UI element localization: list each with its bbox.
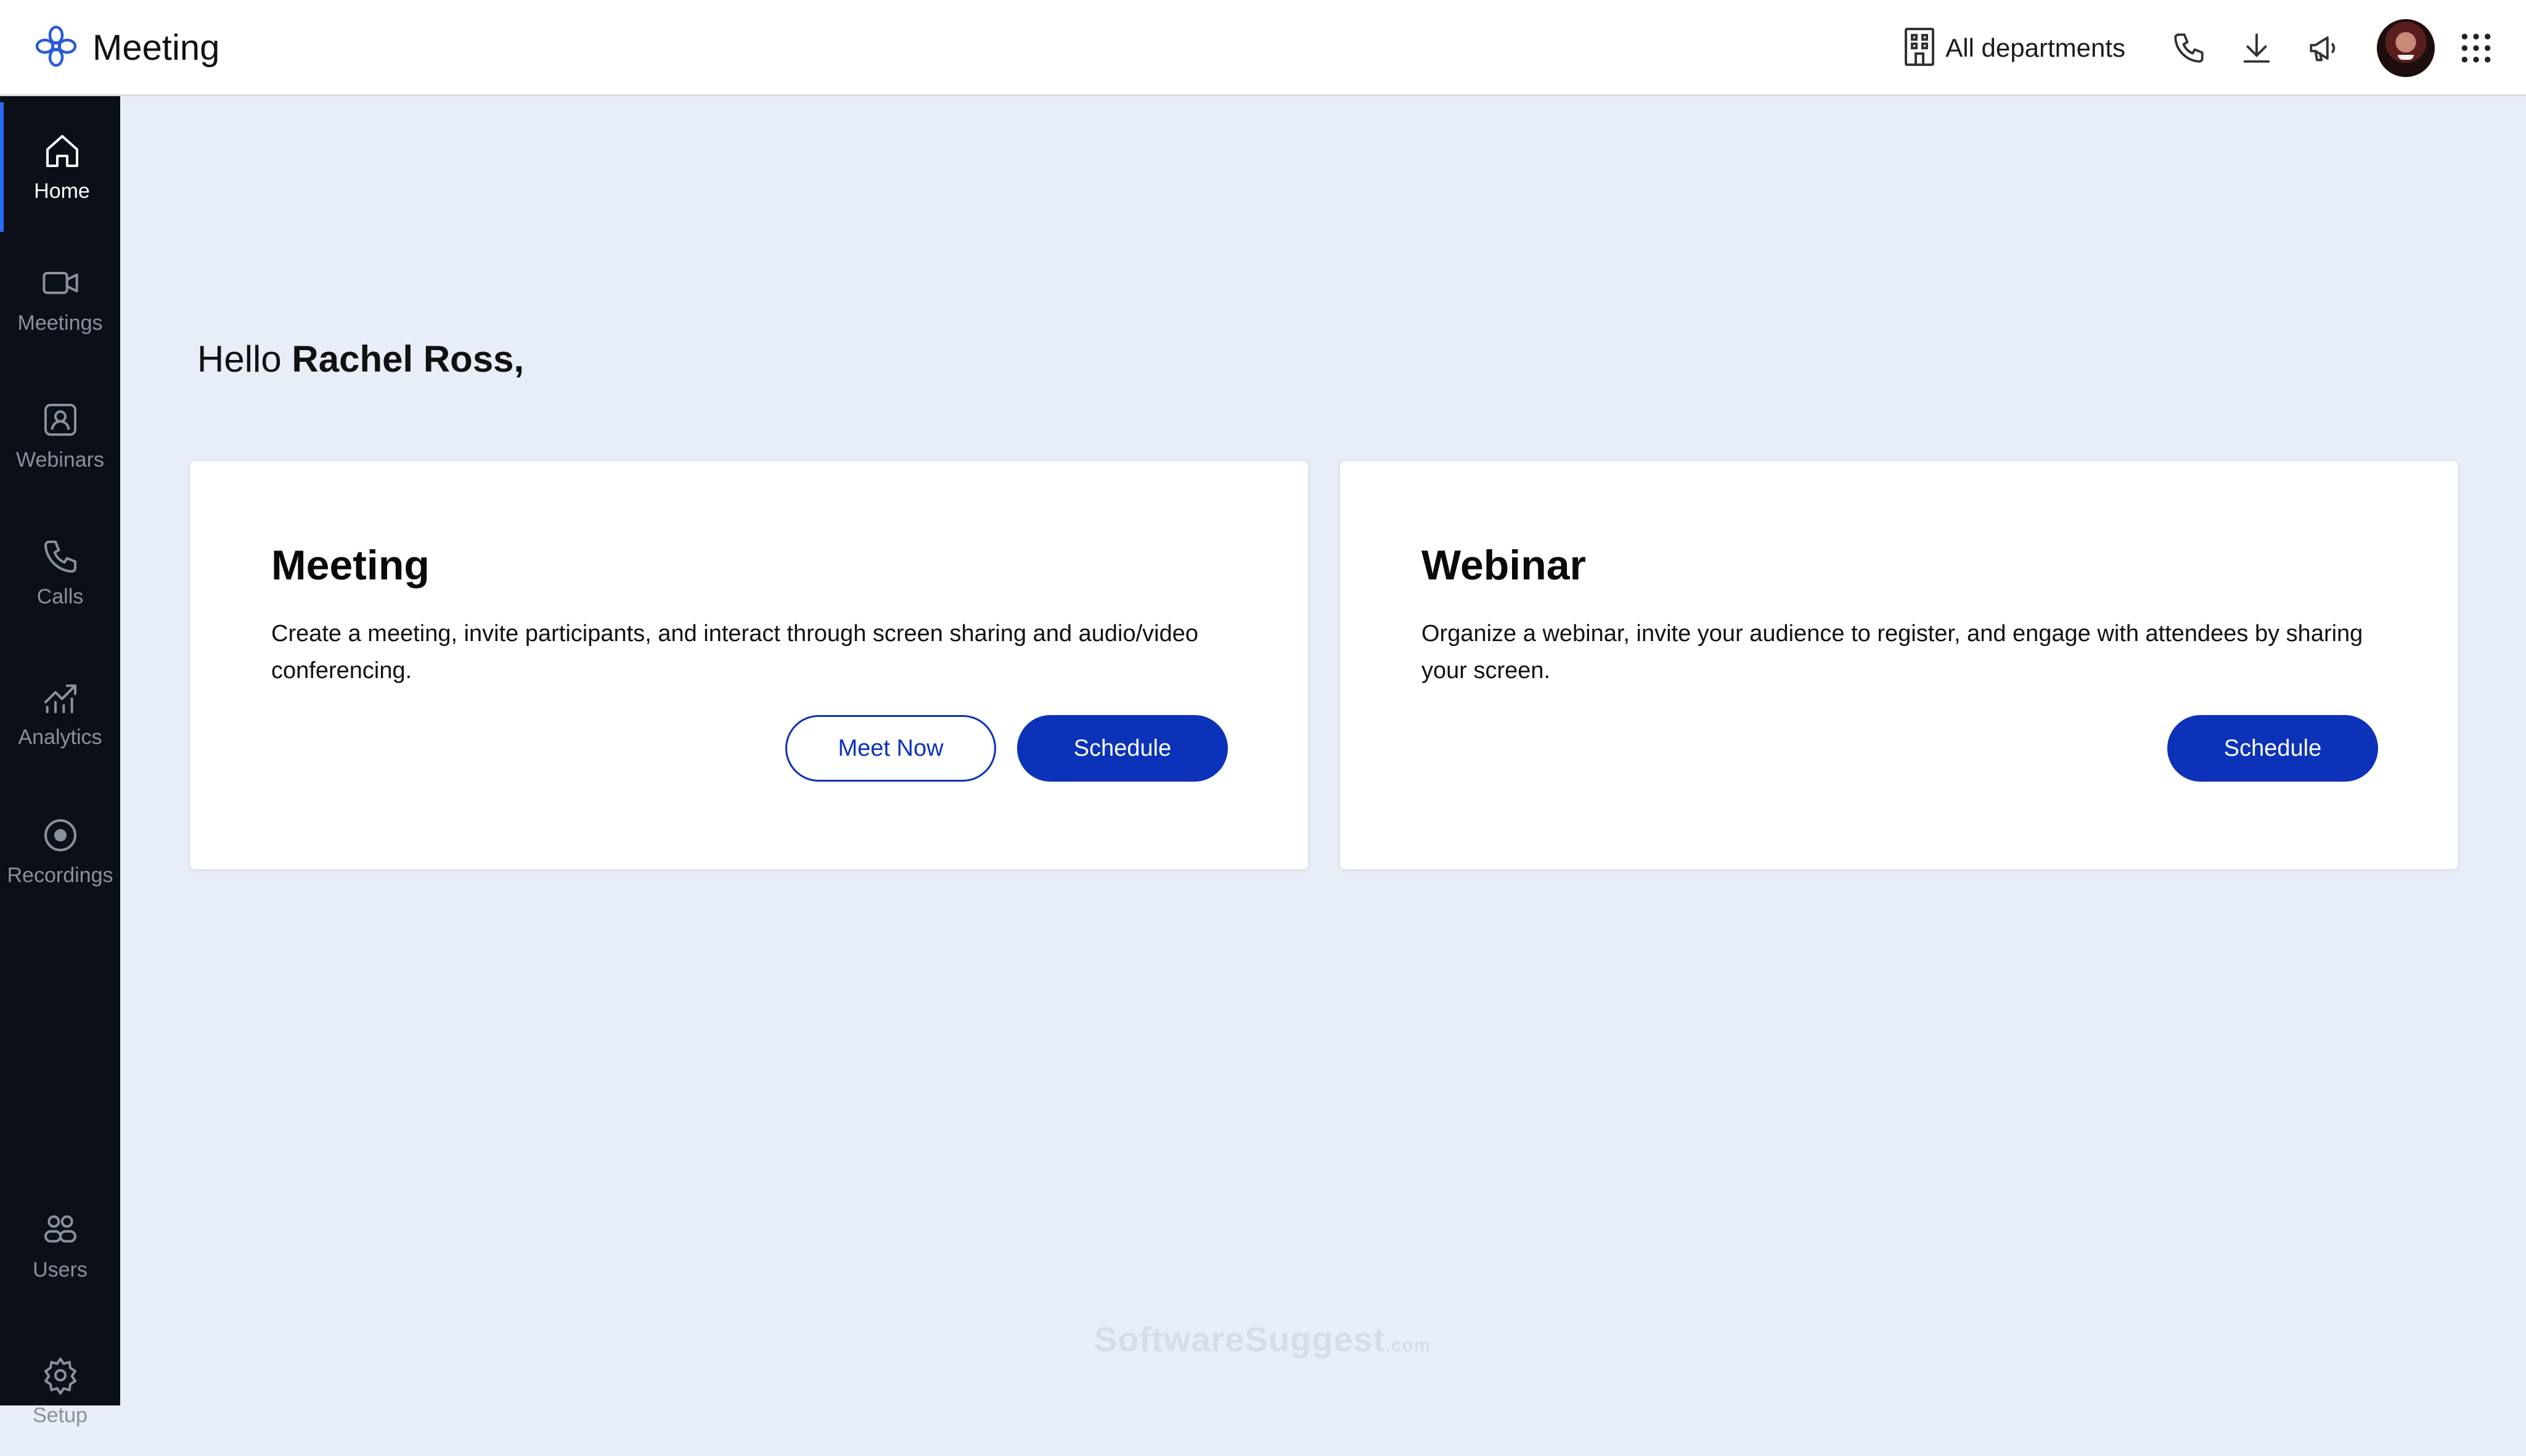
sidebar-item-home[interactable]: Home <box>0 102 120 232</box>
user-name: Rachel Ross, <box>292 338 525 380</box>
app-brand[interactable]: Meeting <box>35 25 219 71</box>
sidebar-item-label: Meetings <box>17 311 103 335</box>
watermark-suffix: .com <box>1385 1335 1431 1356</box>
download-icon[interactable] <box>2223 17 2291 79</box>
sidebar-item-label: Recordings <box>7 863 113 887</box>
greeting-prefix: Hello <box>197 338 282 380</box>
app-title: Meeting <box>92 28 220 68</box>
sidebar-item-label: Calls <box>36 584 84 608</box>
megaphone-icon[interactable] <box>2291 17 2358 79</box>
card-description: Create a meeting, invite participants, a… <box>271 621 1199 684</box>
department-selector[interactable]: All departments <box>1902 27 2125 70</box>
video-camera-icon <box>42 271 78 294</box>
card-title: Meeting <box>271 542 430 589</box>
phone-icon[interactable] <box>2155 17 2223 79</box>
sidebar-item-analytics[interactable]: Analytics <box>0 648 120 778</box>
sidebar-item-webinars[interactable]: Webinars <box>0 371 120 501</box>
sidebar-item-label: Users <box>33 1258 88 1282</box>
card-title: Webinar <box>1421 542 1587 589</box>
sidebar-item-label: Home <box>34 179 90 203</box>
topbar-actions: All departments <box>1902 17 2504 79</box>
meet-now-button[interactable]: Meet Now <box>785 715 996 782</box>
meeting-schedule-button[interactable]: Schedule <box>1017 715 1228 782</box>
greeting: Hello Rachel Ross, <box>197 338 524 380</box>
card-description: Organize a webinar, invite your audience… <box>1421 621 2363 684</box>
phone-icon <box>44 540 76 573</box>
record-icon <box>44 819 76 851</box>
department-label: All departments <box>1945 33 2125 62</box>
sidebar-item-meetings[interactable]: Meetings <box>0 234 120 364</box>
user-avatar[interactable] <box>2377 19 2435 77</box>
sidebar-item-label: Analytics <box>18 725 102 749</box>
sidebar-item-label: Setup <box>33 1403 88 1427</box>
apps-grid-icon[interactable] <box>2448 17 2504 79</box>
sidebar-item-label: Webinars <box>16 448 104 472</box>
webinar-icon <box>44 403 76 436</box>
sidebar-item-calls[interactable]: Calls <box>0 508 120 637</box>
sidebar-item-users[interactable]: Users <box>0 1181 120 1311</box>
brand-flower-icon <box>35 25 78 71</box>
gear-icon <box>44 1357 76 1394</box>
meeting-card: Meeting Create a meeting, invite partici… <box>189 460 1309 870</box>
building-icon <box>1902 27 1937 70</box>
sidebar-item-recordings[interactable]: Recordings <box>0 787 120 916</box>
watermark-text: SoftwareSuggest <box>1094 1320 1386 1359</box>
sidebar: Home Meetings Webinars Calls Analytics R… <box>0 96 120 1427</box>
analytics-icon <box>44 684 76 713</box>
users-icon <box>44 1215 76 1243</box>
webinar-schedule-button[interactable]: Schedule <box>2167 715 2378 782</box>
webinar-card: Webinar Organize a webinar, invite your … <box>1339 460 2459 870</box>
watermark: SoftwareSuggest.com <box>1094 1319 1431 1359</box>
sidebar-item-setup[interactable]: Setup <box>0 1327 120 1456</box>
top-bar: Meeting All departments <box>0 0 2526 96</box>
home-icon <box>46 134 78 167</box>
